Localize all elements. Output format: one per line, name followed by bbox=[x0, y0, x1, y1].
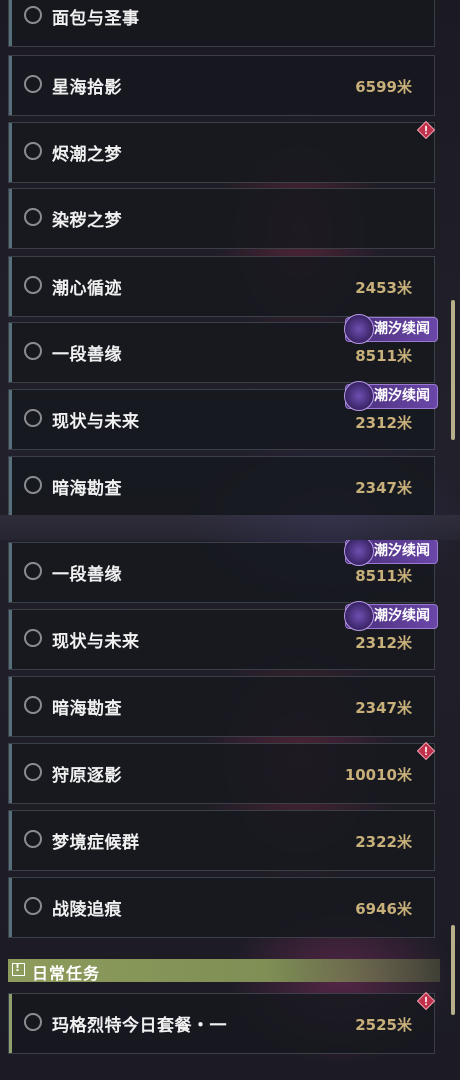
quest-name: 染秽之梦 bbox=[52, 211, 122, 231]
section-title: 日常任务 bbox=[32, 964, 101, 983]
quest-name: 一段善缘 bbox=[52, 565, 122, 585]
tide-tag: 潮汐续闻 bbox=[344, 540, 438, 566]
quest-name: 现状与未来 bbox=[52, 632, 140, 652]
quest-checkbox-icon[interactable] bbox=[24, 6, 42, 24]
quest-item[interactable]: 烬潮之梦 bbox=[8, 121, 435, 183]
quest-name: 面包与圣事 bbox=[52, 9, 140, 29]
quest-checkbox-icon[interactable] bbox=[24, 208, 42, 226]
warning-diamond-icon bbox=[417, 121, 435, 139]
tide-emblem-icon bbox=[344, 314, 374, 344]
quest-checkbox-icon[interactable] bbox=[24, 1013, 42, 1031]
quest-item[interactable]: 战陵追痕 6946米 bbox=[8, 877, 435, 938]
quest-item[interactable]: 面包与圣事 bbox=[8, 0, 435, 47]
quest-item[interactable]: 潮心循迹 2453米 bbox=[8, 256, 435, 317]
quest-name: 一段善缘 bbox=[52, 345, 122, 365]
quest-name: 现状与未来 bbox=[52, 412, 140, 432]
quest-item[interactable]: 一段善缘 8511米 潮汐续闻 bbox=[8, 540, 438, 603]
quest-checkbox-icon[interactable] bbox=[24, 142, 42, 160]
quest-checkbox-icon[interactable] bbox=[24, 342, 42, 360]
quest-list-top[interactable]: 面包与圣事 星海拾影 6599米 烬潮之梦 染秽之梦 潮心循迹 2453米 一段… bbox=[0, 0, 460, 515]
alert-box-icon bbox=[12, 961, 25, 976]
quest-distance: 2347米 bbox=[355, 699, 412, 717]
quest-checkbox-icon[interactable] bbox=[24, 476, 42, 494]
quest-item[interactable]: 染秽之梦 bbox=[8, 188, 435, 249]
quest-name: 狩原逐影 bbox=[52, 766, 122, 786]
tag-label: 潮汐续闻 bbox=[374, 608, 430, 624]
quest-checkbox-icon[interactable] bbox=[24, 562, 42, 580]
tag-label: 潮汐续闻 bbox=[374, 321, 430, 337]
quest-name: 暗海勘查 bbox=[52, 479, 122, 499]
quest-item[interactable]: 一段善缘 8511米 潮汐续闻 bbox=[8, 314, 438, 383]
quest-name: 玛格烈特今日套餐・一 bbox=[52, 1016, 227, 1036]
quest-item[interactable]: 暗海勘查 2347米 bbox=[8, 456, 435, 515]
quest-name: 暗海勘查 bbox=[52, 699, 122, 719]
scrollbar-thumb[interactable] bbox=[451, 300, 455, 440]
quest-checkbox-icon[interactable] bbox=[24, 830, 42, 848]
quest-distance: 6946米 bbox=[355, 900, 412, 918]
warning-diamond-icon bbox=[417, 742, 435, 760]
tide-emblem-icon bbox=[344, 540, 374, 566]
quest-checkbox-icon[interactable] bbox=[24, 696, 42, 714]
quest-item[interactable]: 现状与未来 2312米 潮汐续闻 bbox=[8, 381, 438, 450]
tide-tag: 潮汐续闻 bbox=[344, 314, 438, 344]
daily-quest-item[interactable]: 玛格烈特今日套餐・一 2525米 bbox=[8, 992, 435, 1054]
quest-distance: 8511米 bbox=[355, 567, 412, 585]
quest-distance: 2347米 bbox=[355, 479, 412, 497]
quest-name: 战陵追痕 bbox=[52, 900, 122, 920]
tide-tag: 潮汐续闻 bbox=[344, 601, 438, 631]
warning-diamond-icon bbox=[417, 992, 435, 1010]
daily-quests-header[interactable]: 日常任务 bbox=[8, 959, 440, 983]
quest-distance: 2525米 bbox=[355, 1016, 412, 1034]
quest-item[interactable]: 梦境症候群 2322米 bbox=[8, 810, 435, 871]
quest-distance: 2312米 bbox=[355, 414, 412, 432]
quest-item[interactable]: 狩原逐影 10010米 bbox=[8, 742, 435, 804]
quest-checkbox-icon[interactable] bbox=[24, 75, 42, 93]
quest-name: 星海拾影 bbox=[52, 78, 122, 98]
quest-distance: 6599米 bbox=[355, 78, 412, 96]
tide-emblem-icon bbox=[344, 601, 374, 631]
tide-emblem-icon bbox=[344, 381, 374, 411]
tide-tag: 潮汐续闻 bbox=[344, 381, 438, 411]
quest-name: 梦境症候群 bbox=[52, 833, 140, 853]
quest-checkbox-icon[interactable] bbox=[24, 629, 42, 647]
panel-divider bbox=[0, 515, 460, 540]
quest-item[interactable]: 现状与未来 2312米 潮汐续闻 bbox=[8, 601, 438, 670]
quest-checkbox-icon[interactable] bbox=[24, 897, 42, 915]
scrollbar-thumb[interactable] bbox=[451, 925, 455, 1015]
quest-checkbox-icon[interactable] bbox=[24, 409, 42, 427]
quest-distance: 2322米 bbox=[355, 833, 412, 851]
quest-distance: 8511米 bbox=[355, 347, 412, 365]
tag-label: 潮汐续闻 bbox=[374, 388, 430, 404]
quest-item[interactable]: 星海拾影 6599米 bbox=[8, 55, 435, 116]
quest-distance: 10010米 bbox=[344, 766, 412, 784]
quest-name: 潮心循迹 bbox=[52, 279, 122, 299]
quest-item[interactable]: 暗海勘查 2347米 bbox=[8, 676, 435, 737]
quest-name: 烬潮之梦 bbox=[52, 145, 122, 165]
quest-distance: 2312米 bbox=[355, 634, 412, 652]
tag-label: 潮汐续闻 bbox=[374, 543, 430, 559]
quest-checkbox-icon[interactable] bbox=[24, 276, 42, 294]
quest-distance: 2453米 bbox=[355, 279, 412, 297]
quest-checkbox-icon[interactable] bbox=[24, 763, 42, 781]
